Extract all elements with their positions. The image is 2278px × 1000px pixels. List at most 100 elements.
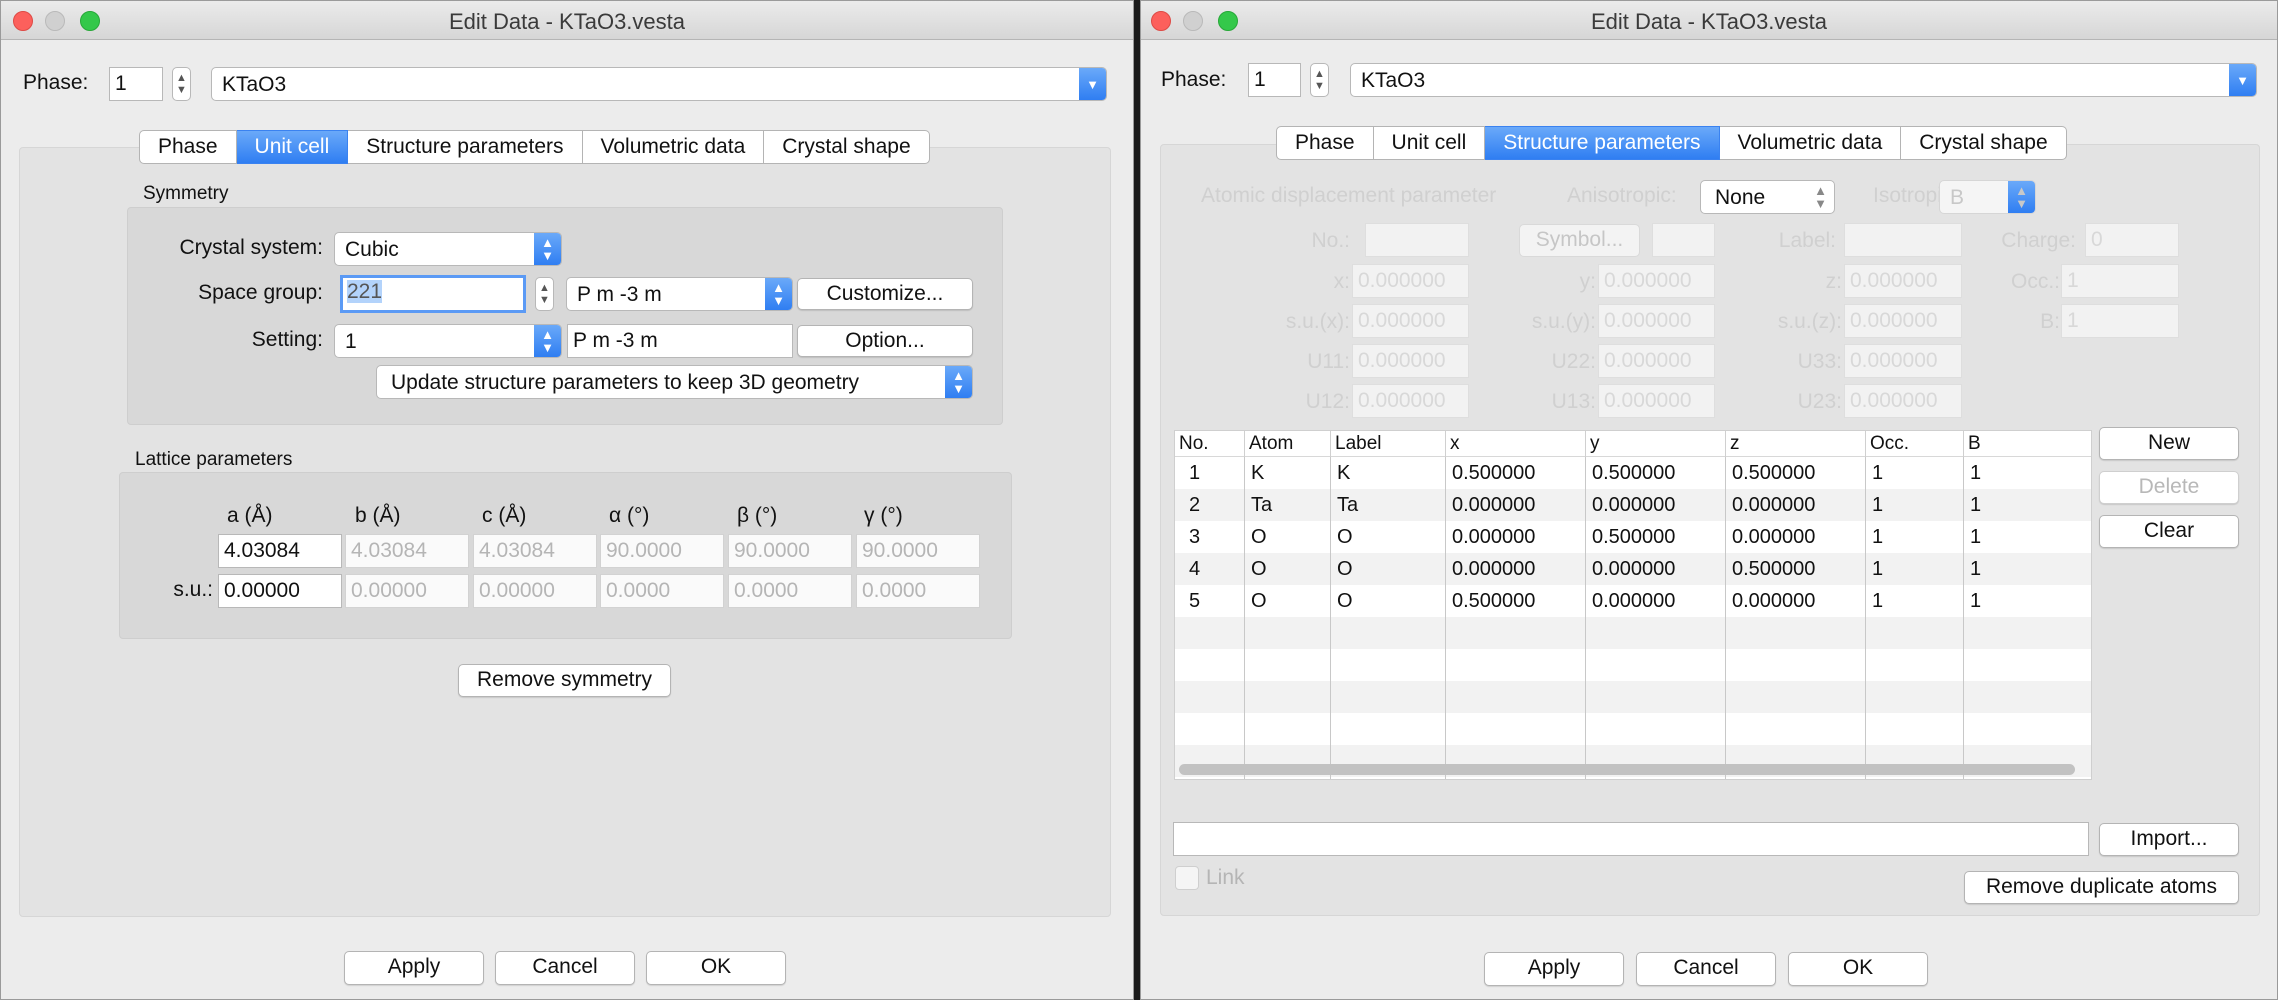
cell-no[interactable]: 3 xyxy=(1175,521,1245,553)
cell-label[interactable]: O xyxy=(1331,553,1446,585)
cell-y[interactable]: 0.500000 xyxy=(1586,521,1726,553)
update-structure-select[interactable]: Update structure parameters to keep 3D g… xyxy=(376,365,973,399)
table-horizontal-scrollbar[interactable] xyxy=(1179,764,2075,775)
cell-b[interactable]: 1 xyxy=(1964,585,2091,617)
col-header-occ[interactable]: Occ. xyxy=(1866,431,1964,457)
anisotropic-select[interactable]: None ▲ ▼ xyxy=(1700,180,1835,214)
cell-no[interactable]: 5 xyxy=(1175,585,1245,617)
import-path-field[interactable] xyxy=(1173,822,2089,856)
clear-atoms-button[interactable]: Clear xyxy=(2099,515,2239,548)
phase-number-field[interactable]: 1 xyxy=(1248,63,1301,97)
col-header-y[interactable]: y xyxy=(1586,431,1726,457)
apply-button[interactable]: Apply xyxy=(1484,952,1624,986)
cell-label[interactable]: Ta xyxy=(1331,489,1446,521)
col-header-x[interactable]: x xyxy=(1446,431,1586,457)
cell-b[interactable]: 1 xyxy=(1964,457,2091,489)
cell-no[interactable]: 2 xyxy=(1175,489,1245,521)
customize-button[interactable]: Customize... xyxy=(797,278,973,310)
cell-y[interactable]: 0.000000 xyxy=(1586,553,1726,585)
ok-button[interactable]: OK xyxy=(1788,952,1928,986)
phase-stepper[interactable]: ▲ ▼ xyxy=(1310,63,1329,97)
tab-unit-cell[interactable]: Unit cell xyxy=(1373,126,1486,160)
cancel-button[interactable]: Cancel xyxy=(1636,952,1776,986)
title-bar[interactable]: Edit Data - KTaO3.vesta xyxy=(1,1,1133,40)
cell-b[interactable]: 1 xyxy=(1964,521,2091,553)
space-group-label: Space group: xyxy=(198,281,323,304)
tab-phase[interactable]: Phase xyxy=(1276,126,1374,160)
tab-unit-cell[interactable]: Unit cell xyxy=(236,130,349,164)
phase-stepper[interactable]: ▲ ▼ xyxy=(172,67,191,101)
setting-symbol-field[interactable]: P m -3 m xyxy=(567,324,793,358)
cell-z[interactable]: 0.500000 xyxy=(1726,553,1866,585)
tab-phase[interactable]: Phase xyxy=(139,130,237,164)
cell-y[interactable]: 0.000000 xyxy=(1586,585,1726,617)
su-a-field[interactable]: 0.00000 xyxy=(218,574,342,608)
cell-occ[interactable]: 1 xyxy=(1866,457,1964,489)
cell-atom[interactable]: K xyxy=(1245,457,1331,489)
cell-b[interactable]: 1 xyxy=(1964,553,2091,585)
cell-atom[interactable]: O xyxy=(1245,585,1331,617)
cell-z[interactable]: 0.000000 xyxy=(1726,521,1866,553)
space-group-number-field[interactable]: 221 xyxy=(340,275,526,313)
phase-number-field[interactable]: 1 xyxy=(109,67,163,101)
u12-label: U12: xyxy=(1305,390,1350,413)
tab-crystal-shape[interactable]: Crystal shape xyxy=(1901,126,2067,160)
cell-occ[interactable]: 1 xyxy=(1866,585,1964,617)
cell-atom[interactable]: Ta xyxy=(1245,489,1331,521)
remove-symmetry-button[interactable]: Remove symmetry xyxy=(458,664,671,697)
cell-x[interactable]: 0.500000 xyxy=(1446,457,1586,489)
col-header-z[interactable]: z xyxy=(1726,431,1866,457)
tab-volumetric-data[interactable]: Volumetric data xyxy=(1719,126,1902,160)
tab-crystal-shape[interactable]: Crystal shape xyxy=(764,130,930,164)
new-atom-button[interactable]: New xyxy=(2099,427,2239,460)
tab-volumetric-data[interactable]: Volumetric data xyxy=(582,130,765,164)
atom-table[interactable]: No. Atom Label x y z Occ. B 1 K K 0.500000 0… xyxy=(1174,430,2092,780)
title-bar[interactable]: Edit Data - KTaO3.vesta xyxy=(1141,1,2277,40)
cell-x[interactable]: 0.500000 xyxy=(1446,585,1586,617)
cell-y[interactable]: 0.000000 xyxy=(1586,489,1726,521)
cell-no[interactable]: 1 xyxy=(1175,457,1245,489)
cell-x[interactable]: 0.000000 xyxy=(1446,553,1586,585)
cell-occ[interactable]: 1 xyxy=(1866,553,1964,585)
phase-select[interactable]: KTaO3 ▼ xyxy=(211,67,1107,101)
table-row[interactable]: 1 K K 0.500000 0.500000 0.500000 1 1 xyxy=(1175,457,2091,489)
cancel-button[interactable]: Cancel xyxy=(495,951,635,985)
space-group-symbol-select[interactable]: P m -3 m ▲ ▼ xyxy=(566,277,793,311)
col-header-no[interactable]: No. xyxy=(1175,431,1245,457)
tab-structure-parameters[interactable]: Structure parameters xyxy=(348,130,583,164)
remove-duplicate-atoms-button[interactable]: Remove duplicate atoms xyxy=(1964,871,2239,904)
table-row[interactable]: 2 Ta Ta 0.000000 0.000000 0.000000 1 1 xyxy=(1175,489,2091,521)
option-button[interactable]: Option... xyxy=(797,325,973,357)
cell-atom[interactable]: O xyxy=(1245,521,1331,553)
space-group-stepper[interactable]: ▲ ▼ xyxy=(535,277,554,311)
apply-button[interactable]: Apply xyxy=(344,951,484,985)
cell-z[interactable]: 0.000000 xyxy=(1726,489,1866,521)
crystal-system-select[interactable]: Cubic ▲ ▼ xyxy=(334,232,562,266)
table-row[interactable]: 4 O O 0.000000 0.000000 0.500000 1 1 xyxy=(1175,553,2091,585)
cell-x[interactable]: 0.000000 xyxy=(1446,489,1586,521)
cell-no[interactable]: 4 xyxy=(1175,553,1245,585)
link-checkbox[interactable] xyxy=(1175,866,1199,890)
setting-select[interactable]: 1 ▲ ▼ xyxy=(334,324,562,358)
cell-y[interactable]: 0.500000 xyxy=(1586,457,1726,489)
cell-z[interactable]: 0.500000 xyxy=(1726,457,1866,489)
lattice-a-field[interactable]: 4.03084 xyxy=(218,534,342,568)
cell-b[interactable]: 1 xyxy=(1964,489,2091,521)
table-row[interactable]: 3 O O 0.000000 0.500000 0.000000 1 1 xyxy=(1175,521,2091,553)
col-header-b[interactable]: B xyxy=(1964,431,2091,457)
import-button[interactable]: Import... xyxy=(2099,823,2239,856)
table-row[interactable]: 5 O O 0.500000 0.000000 0.000000 1 1 xyxy=(1175,585,2091,617)
phase-select[interactable]: KTaO3 ▼ xyxy=(1350,63,2257,97)
cell-x[interactable]: 0.000000 xyxy=(1446,521,1586,553)
cell-occ[interactable]: 1 xyxy=(1866,521,1964,553)
ok-button[interactable]: OK xyxy=(646,951,786,985)
cell-label[interactable]: O xyxy=(1331,521,1446,553)
cell-label[interactable]: O xyxy=(1331,585,1446,617)
cell-atom[interactable]: O xyxy=(1245,553,1331,585)
col-header-atom[interactable]: Atom xyxy=(1245,431,1331,457)
cell-z[interactable]: 0.000000 xyxy=(1726,585,1866,617)
cell-label[interactable]: K xyxy=(1331,457,1446,489)
col-header-label[interactable]: Label xyxy=(1331,431,1446,457)
cell-occ[interactable]: 1 xyxy=(1866,489,1964,521)
tab-structure-parameters[interactable]: Structure parameters xyxy=(1485,126,1720,160)
